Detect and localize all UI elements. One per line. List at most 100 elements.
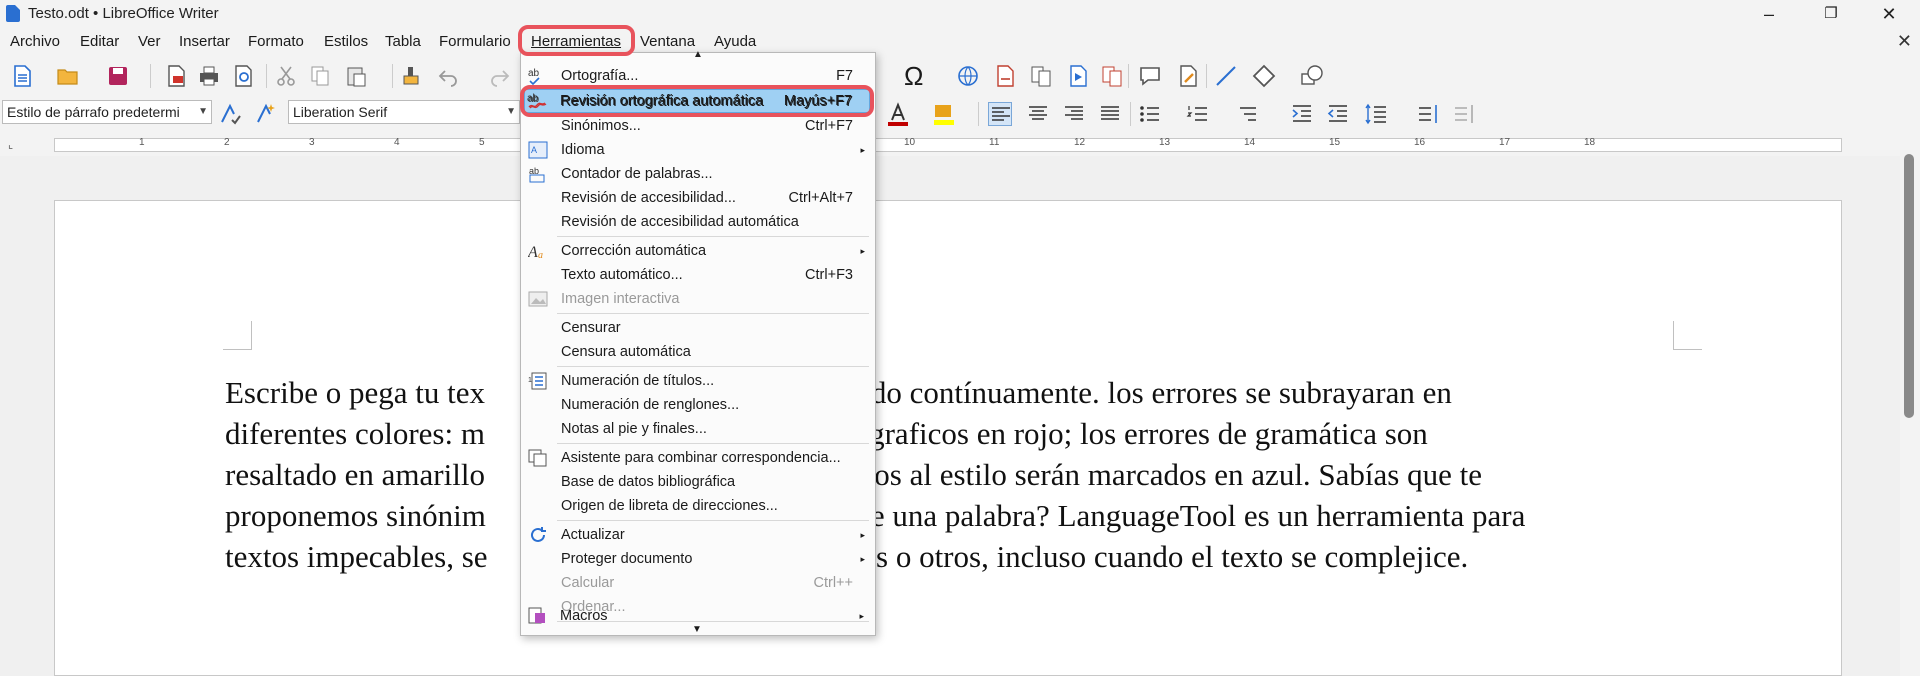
scrollbar-thumb[interactable]	[1904, 154, 1914, 418]
menu-item-revision-ortografica-automatica-overlay: ab Revisión ortográfica automática Mayús…	[527, 92, 852, 110]
text-line: proponemos sinónim	[225, 498, 486, 533]
paragraph-spacing-decrease-icon[interactable]	[1452, 102, 1476, 126]
increase-indent-icon[interactable]	[1290, 102, 1314, 126]
export-pdf-icon[interactable]	[164, 64, 188, 88]
cut-icon[interactable]	[274, 64, 298, 88]
justify-icon[interactable]	[1098, 102, 1122, 126]
new-document-icon[interactable]	[10, 64, 34, 88]
line-spacing-icon[interactable]	[1364, 102, 1388, 126]
title-bar: Testo.odt • LibreOffice Writer – ❐ ✕	[0, 0, 1920, 28]
ruler-number: 17	[1499, 137, 1511, 148]
auto-spellcheck-icon: ab	[527, 92, 547, 110]
maximize-button[interactable]: ❐	[1808, 0, 1854, 28]
menu-item-texto-automatico[interactable]: Texto automático... Ctrl+F3	[521, 263, 875, 287]
menu-item-contador-de-palabras[interactable]: ab Contador de palabras...	[521, 162, 875, 186]
ruler-number: 13	[1159, 137, 1171, 148]
menu-item-origen-libreta-direcciones[interactable]: Origen de libreta de direcciones...	[521, 494, 875, 518]
menu-tabla[interactable]: Tabla	[385, 33, 421, 50]
print-icon[interactable]	[197, 64, 221, 88]
paste-icon[interactable]	[344, 64, 368, 88]
formatting-toolbar: Estilo de párrafo predetermi ▼ Liberation…	[0, 94, 1920, 132]
draw-functions-icon[interactable]	[1300, 64, 1324, 88]
insert-field-icon[interactable]	[1066, 64, 1090, 88]
menu-item-numeracion-de-titulos[interactable]: 1 Numeración de títulos...	[521, 369, 875, 393]
menu-ver[interactable]: Ver	[138, 33, 161, 50]
text-line-right: ogs o otros, incluso cuando el texto se …	[845, 539, 1469, 574]
mail-merge-icon	[528, 449, 548, 467]
tab-stop-selector[interactable]: ⌞	[8, 138, 13, 151]
menu-item-actualizar[interactable]: Actualizar ▸	[521, 523, 875, 547]
copy-icon[interactable]	[308, 64, 332, 88]
chevron-down-icon[interactable]: ▼	[506, 101, 516, 123]
standard-toolbar: Ω	[0, 56, 1920, 94]
paragraph-spacing-increase-icon[interactable]	[1416, 102, 1440, 126]
menu-item-numeracion-de-renglones[interactable]: Numeración de renglones...	[521, 393, 875, 417]
menu-archivo[interactable]: Archivo	[10, 33, 60, 50]
text-line-right: bre una palabra? LanguageTool es un herr…	[845, 498, 1526, 533]
basic-shapes-icon[interactable]	[1252, 64, 1276, 88]
menu-formulario[interactable]: Formulario	[439, 33, 511, 50]
chevron-down-icon[interactable]: ▼	[198, 101, 208, 123]
open-folder-icon[interactable]	[56, 64, 80, 88]
new-style-icon[interactable]	[254, 102, 278, 126]
ruler-number: 5	[479, 137, 485, 148]
menu-item-revision-de-accesibilidad-automatica[interactable]: Revisión de accesibilidad automática	[521, 210, 875, 234]
menu-item-base-de-datos-bibliografica[interactable]: Base de datos bibliográfica	[521, 470, 875, 494]
font-name-combo[interactable]: Liberation Serif ▼	[288, 100, 520, 124]
align-right-icon[interactable]	[1062, 102, 1086, 126]
ordered-list-icon[interactable]	[1186, 102, 1210, 126]
clone-formatting-icon[interactable]	[400, 64, 424, 88]
paragraph-style-combo[interactable]: Estilo de párrafo predetermi ▼	[2, 100, 212, 124]
unordered-list-icon[interactable]	[1138, 102, 1162, 126]
menu-scroll-up-icon[interactable]: ▲	[693, 49, 703, 60]
comment-icon[interactable]	[1138, 64, 1162, 88]
redo-icon[interactable]	[488, 64, 512, 88]
special-character-icon[interactable]: Ω	[904, 63, 928, 89]
menu-item-sinonimos[interactable]: Sinónimos... Ctrl+F7	[521, 114, 875, 138]
close-document-icon[interactable]: ✕	[1897, 31, 1912, 52]
menu-item-censurar[interactable]: Censurar	[521, 316, 875, 340]
ruler-number: 14	[1244, 137, 1256, 148]
menu-item-censura-automatica[interactable]: Censura automática	[521, 340, 875, 364]
bookmark-icon[interactable]	[1100, 64, 1124, 88]
update-style-icon[interactable]	[218, 102, 242, 126]
menu-item-asistente-combinar-correspondencia[interactable]: Asistente para combinar correspondencia.…	[521, 446, 875, 470]
text-line: resaltado en amarillo	[225, 457, 485, 492]
align-center-icon[interactable]	[1026, 102, 1050, 126]
window-title: Testo.odt • LibreOffice Writer	[28, 5, 219, 22]
ruler-number: 3	[309, 137, 315, 148]
document-text[interactable]: Escribe o pega tu tex sado contínuamente.…	[225, 372, 1685, 577]
menu-item-correccion-automatica[interactable]: Aa Corrección automática ▸	[521, 239, 875, 263]
macros-icon	[527, 607, 547, 625]
print-preview-icon[interactable]	[232, 64, 256, 88]
save-icon[interactable]	[106, 64, 130, 88]
font-color-icon[interactable]	[886, 102, 910, 126]
menu-estilos[interactable]: Estilos	[324, 33, 368, 50]
menu-scroll-down-icon[interactable]: ▼	[692, 624, 702, 635]
outline-list-icon[interactable]	[1236, 102, 1260, 126]
align-left-icon[interactable]	[988, 102, 1012, 126]
ruler-number: 4	[394, 137, 400, 148]
undo-icon[interactable]	[436, 64, 460, 88]
menu-ayuda[interactable]: Ayuda	[714, 33, 756, 50]
highlighting-color-icon[interactable]	[932, 102, 956, 126]
close-button[interactable]: ✕	[1866, 0, 1912, 28]
menu-item-notas-al-pie[interactable]: Notas al pie y finales...	[521, 417, 875, 441]
decrease-indent-icon[interactable]	[1326, 102, 1350, 126]
menu-insertar[interactable]: Insertar	[179, 33, 230, 50]
ruler-track[interactable]: 1 2 3 4 5 6 7 8 9 10 11 12 13 14 15 16 1…	[54, 137, 1842, 152]
autocorrect-icon: Aa	[527, 242, 548, 261]
hyperlink-icon[interactable]	[956, 64, 980, 88]
menu-item-idioma[interactable]: A Idioma ▸	[521, 138, 875, 162]
insert-line-icon[interactable]	[1214, 64, 1238, 88]
footnote-icon[interactable]	[993, 64, 1017, 88]
menu-item-revision-de-accesibilidad[interactable]: Revisión de accesibilidad... Ctrl+Alt+7	[521, 186, 875, 210]
menu-formato[interactable]: Formato	[248, 33, 304, 50]
menu-ventana[interactable]: Ventana	[640, 33, 695, 50]
menu-item-proteger-documento[interactable]: Proteger documento ▸	[521, 547, 875, 571]
track-changes-icon[interactable]	[1176, 64, 1200, 88]
menu-editar[interactable]: Editar	[80, 33, 119, 50]
minimize-button[interactable]: –	[1746, 0, 1792, 28]
cross-reference-icon[interactable]	[1029, 64, 1053, 88]
text-line-right: tograficos en rojo; los errores de gramá…	[845, 416, 1428, 451]
